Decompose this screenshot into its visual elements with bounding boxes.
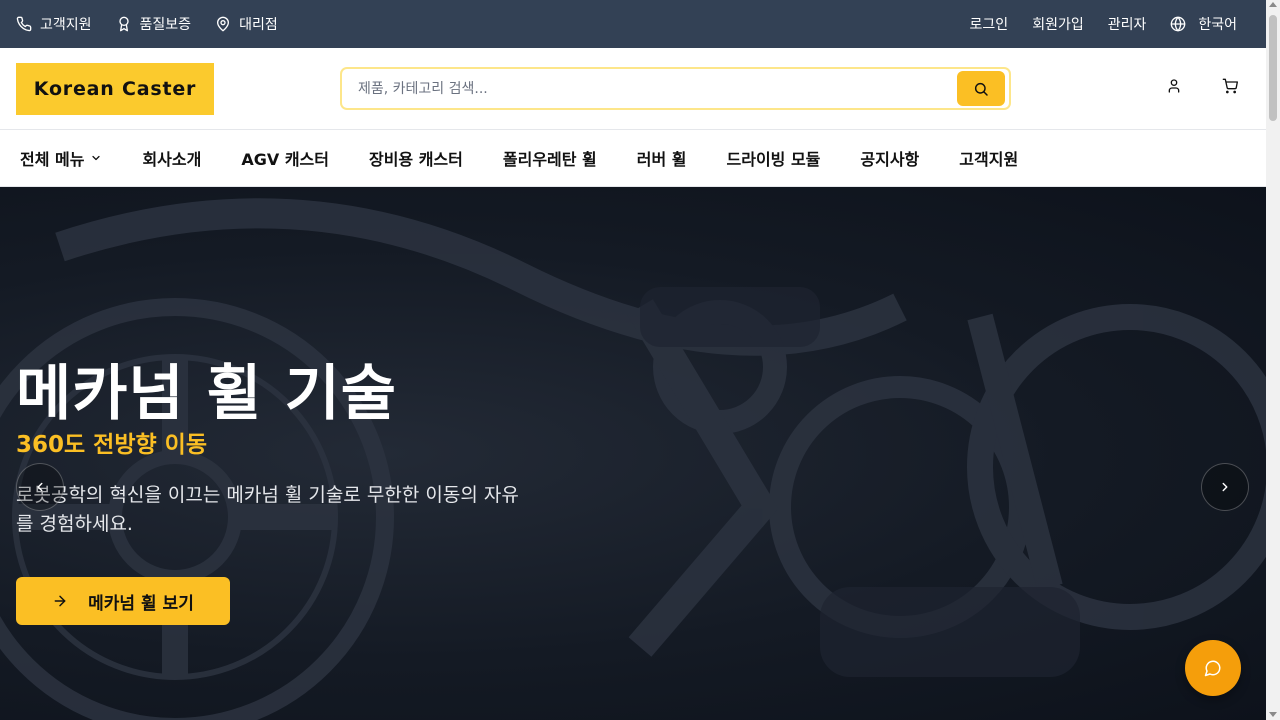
chevron-down-icon bbox=[92, 155, 101, 161]
search-input[interactable] bbox=[358, 80, 957, 97]
top-bar-left: 고객지원 품질보증 대리점 bbox=[16, 14, 302, 34]
map-pin-icon bbox=[217, 16, 230, 32]
hero-cta-label: 메카넘 휠 보기 bbox=[88, 593, 194, 614]
nav-item-driving-module[interactable]: 드라이빙 모듈 bbox=[727, 146, 821, 170]
user-icon bbox=[1168, 79, 1180, 93]
topbar-quality-link[interactable]: 품질보증 bbox=[116, 14, 192, 34]
scroll-up-arrow[interactable] bbox=[1269, 2, 1277, 7]
shopping-cart-icon bbox=[1222, 78, 1238, 94]
search-bar bbox=[340, 67, 1011, 110]
page: 고객지원 품질보증 대리점 로그인 회원가입 관리자 한국어 Korean Ca… bbox=[0, 0, 1266, 720]
nav-item-notice[interactable]: 공지사항 bbox=[860, 146, 919, 170]
slider-next-button[interactable] bbox=[1201, 463, 1249, 511]
cart-button[interactable] bbox=[1222, 78, 1238, 94]
language-selector[interactable]: 한국어 bbox=[1170, 14, 1237, 34]
nav-item-rubber-wheel[interactable]: 러버 휠 bbox=[637, 146, 687, 170]
nav-item-polyurethane-wheel[interactable]: 폴리우레탄 휠 bbox=[503, 146, 597, 170]
nav-all-menu-label: 전체 메뉴 bbox=[20, 150, 85, 169]
logo[interactable]: Korean Caster bbox=[16, 62, 214, 115]
hero-subtitle: 360도 전방향 이동 bbox=[16, 432, 207, 458]
message-circle-icon bbox=[1204, 660, 1221, 677]
slider-prev-button[interactable] bbox=[16, 463, 64, 511]
chevron-right-icon bbox=[1222, 482, 1228, 492]
nav-all-menu[interactable]: 전체 메뉴 bbox=[20, 146, 102, 170]
globe-icon bbox=[1171, 16, 1186, 32]
nav-item-company[interactable]: 회사소개 bbox=[142, 146, 201, 170]
topbar-dealer-link[interactable]: 대리점 bbox=[215, 14, 278, 34]
hero-cta-button[interactable]: 메카넘 휠 보기 bbox=[16, 577, 230, 625]
login-link[interactable]: 로그인 bbox=[970, 14, 1009, 34]
scrollbar-thumb[interactable] bbox=[1269, 15, 1277, 121]
header: Korean Caster bbox=[0, 48, 1266, 130]
header-icons bbox=[1126, 78, 1238, 94]
admin-link[interactable]: 관리자 bbox=[1108, 14, 1147, 34]
search-icon bbox=[974, 82, 988, 96]
scroll-down-arrow[interactable] bbox=[1269, 712, 1277, 717]
top-bar-right: 로그인 회원가입 관리자 한국어 bbox=[946, 14, 1250, 34]
topbar-dealer-label: 대리점 bbox=[239, 17, 278, 33]
hero-title: 메카넘 휠 기술 bbox=[16, 359, 397, 429]
hero-slider: 메카넘 휠 기술 360도 전방향 이동 로봇공학의 혁신을 이끄는 메카넘 휠… bbox=[0, 187, 1266, 720]
topbar-support-link[interactable]: 고객지원 bbox=[16, 14, 92, 34]
page-scrollbar[interactable] bbox=[1266, 0, 1280, 720]
chat-button[interactable] bbox=[1185, 640, 1241, 696]
signup-link[interactable]: 회원가입 bbox=[1032, 14, 1084, 34]
nav-item-support[interactable]: 고객지원 bbox=[959, 146, 1018, 170]
main-nav: 전체 메뉴 회사소개 AGV 캐스터 장비용 캐스터 폴리우레탄 휠 러버 휠 … bbox=[0, 130, 1266, 187]
topbar-support-label: 고객지원 bbox=[40, 17, 92, 33]
hero-description: 로봇공학의 혁신을 이끄는 메카넘 휠 기술로 무한한 이동의 자유를 경험하세… bbox=[16, 484, 519, 535]
nav-item-agv-caster[interactable]: AGV 캐스터 bbox=[241, 146, 329, 170]
language-label: 한국어 bbox=[1198, 17, 1237, 33]
arrow-right-icon bbox=[54, 595, 66, 607]
nav-item-equipment-caster[interactable]: 장비용 캐스터 bbox=[369, 146, 463, 170]
account-button[interactable] bbox=[1166, 78, 1182, 94]
search-button[interactable] bbox=[957, 71, 1005, 106]
topbar-quality-label: 품질보증 bbox=[139, 17, 192, 33]
top-bar: 고객지원 품질보증 대리점 로그인 회원가입 관리자 한국어 bbox=[0, 0, 1266, 48]
phone-icon bbox=[16, 16, 32, 32]
award-icon bbox=[118, 16, 129, 32]
chevron-left-icon bbox=[37, 482, 43, 492]
